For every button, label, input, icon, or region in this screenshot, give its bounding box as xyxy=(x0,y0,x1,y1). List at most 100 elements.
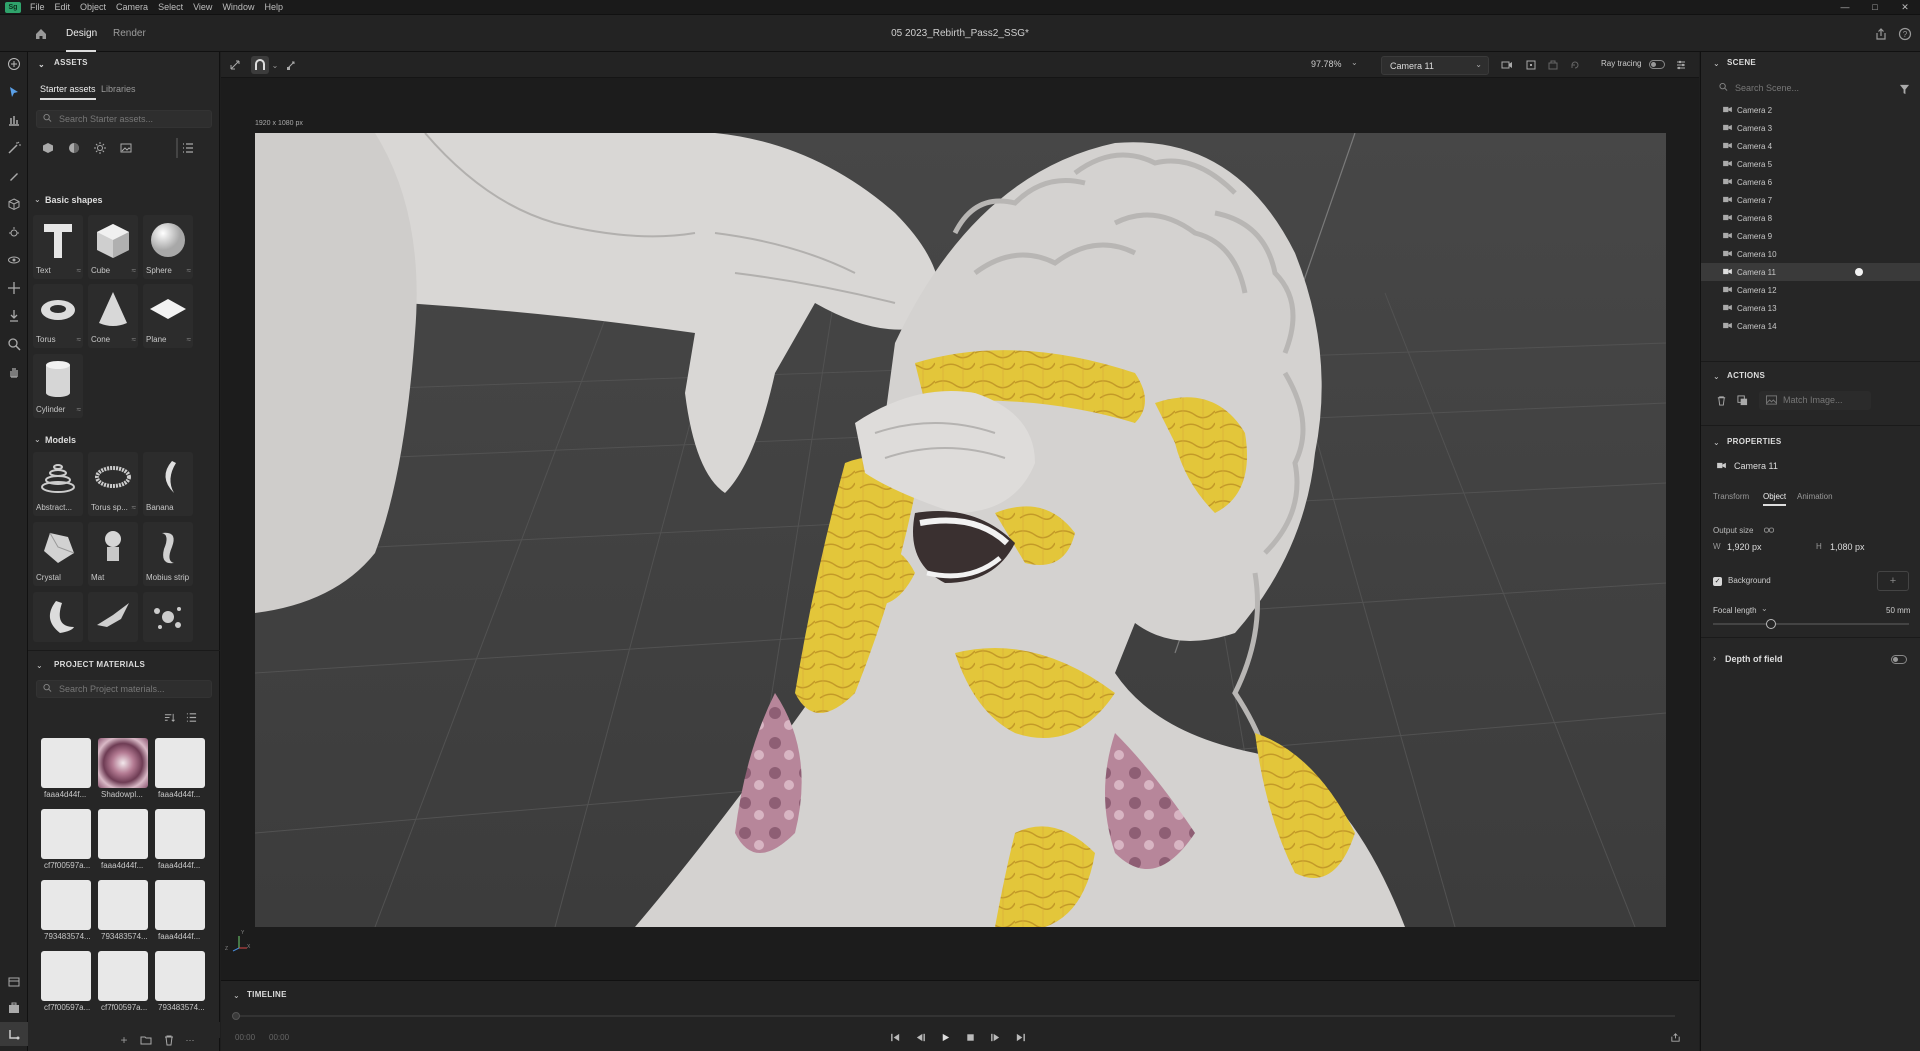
options-icon[interactable]: ≈ xyxy=(77,405,81,414)
scene-item-camera-7[interactable]: Camera 7 xyxy=(1701,191,1920,209)
tab-animation[interactable]: Animation xyxy=(1797,492,1833,501)
asset-tile-cube[interactable]: Cube ≈ xyxy=(88,215,138,279)
material-swatch[interactable]: faaa4d44f... xyxy=(155,880,205,942)
workflow-icon[interactable] xyxy=(0,1022,28,1046)
folder-icon[interactable] xyxy=(138,1032,154,1048)
scene-item-camera-2[interactable]: Camera 2 xyxy=(1701,101,1920,119)
focal-length-slider-handle[interactable] xyxy=(1766,619,1776,629)
options-icon[interactable]: ≈ xyxy=(132,335,136,344)
3d-viewport[interactable] xyxy=(255,133,1666,927)
options-icon[interactable]: ≈ xyxy=(77,266,81,275)
assets-search-input[interactable]: Search Starter assets... xyxy=(36,110,212,128)
images-filter-icon[interactable] xyxy=(118,140,134,156)
chevron-down-icon[interactable]: ⌄ xyxy=(1761,604,1768,613)
scene-item-camera-6[interactable]: Camera 6 xyxy=(1701,173,1920,191)
options-icon[interactable]: ≈ xyxy=(132,503,136,512)
asset-tile-cone[interactable]: Cone ≈ xyxy=(88,284,138,348)
background-color-swatch[interactable]: + xyxy=(1877,571,1909,591)
scene-item-camera-11[interactable]: Camera 11 xyxy=(1701,263,1920,281)
chevron-down-icon[interactable]: ⌄ xyxy=(34,195,41,204)
camera-bookmark-icon[interactable] xyxy=(1545,57,1561,73)
material-swatch[interactable]: faaa4d44f... xyxy=(155,809,205,871)
drop-tool-icon[interactable] xyxy=(0,304,28,328)
minimize-icon[interactable]: — xyxy=(1830,0,1860,15)
menu-file[interactable]: File xyxy=(30,2,45,12)
options-icon[interactable]: ≈ xyxy=(132,266,136,275)
width-input[interactable]: 1,920 px xyxy=(1727,542,1762,552)
scene-item-camera-14[interactable]: Camera 14 xyxy=(1701,317,1920,335)
skip-end-icon[interactable] xyxy=(1012,1029,1028,1045)
chevron-down-icon[interactable]: ⌄ xyxy=(269,57,281,73)
export-icon[interactable] xyxy=(1667,1029,1683,1045)
material-swatch[interactable]: faaa4d44f... xyxy=(98,809,148,871)
scene-search-input[interactable]: Search Scene... xyxy=(1713,80,1888,96)
options-icon[interactable]: ≈ xyxy=(77,335,81,344)
asset-tile-torus[interactable]: Torus ≈ xyxy=(33,284,83,348)
cube-tool-icon[interactable] xyxy=(0,192,28,216)
stop-icon[interactable] xyxy=(962,1029,978,1045)
options-icon[interactable]: ≈ xyxy=(187,266,191,275)
light-tool-icon[interactable] xyxy=(0,220,28,244)
link-icon[interactable] xyxy=(1763,525,1775,535)
hand-tool-icon[interactable] xyxy=(0,360,28,384)
scene-item-camera-12[interactable]: Camera 12 xyxy=(1701,281,1920,299)
step-forward-icon[interactable] xyxy=(987,1029,1003,1045)
delete-icon[interactable] xyxy=(1713,392,1729,408)
timeline-track[interactable] xyxy=(235,1015,1675,1017)
magic-wand-icon[interactable] xyxy=(0,136,28,160)
tab-starter-assets[interactable]: Starter assets xyxy=(40,84,96,100)
help-icon[interactable]: ? xyxy=(1896,25,1914,43)
play-icon[interactable] xyxy=(937,1029,953,1045)
menu-view[interactable]: View xyxy=(193,2,212,12)
material-swatch[interactable]: cf7f00597a... xyxy=(41,809,91,871)
scrollbar[interactable] xyxy=(176,138,178,158)
menu-camera[interactable]: Camera xyxy=(116,2,148,12)
asset-tile-text[interactable]: Text ≈ xyxy=(33,215,83,279)
render-settings-icon[interactable] xyxy=(1673,57,1689,73)
materials-filter-icon[interactable] xyxy=(66,140,82,156)
scene-item-camera-8[interactable]: Camera 8 xyxy=(1701,209,1920,227)
tab-object[interactable]: Object xyxy=(1763,492,1787,506)
chevron-down-icon[interactable]: ⌄ xyxy=(1713,372,1720,381)
material-swatch[interactable]: 793483574... xyxy=(155,951,205,1013)
background-checkbox[interactable]: ✓ xyxy=(1713,577,1722,586)
active-camera-indicator[interactable] xyxy=(1855,268,1863,276)
material-swatch[interactable]: cf7f00597a... xyxy=(41,951,91,1013)
snap-settings-icon[interactable] xyxy=(283,57,299,73)
asset-tile-crystal[interactable]: Crystal xyxy=(33,522,83,586)
sort-icon[interactable] xyxy=(162,710,176,724)
chevron-down-icon[interactable]: ⌄ xyxy=(34,435,41,444)
focal-length-value[interactable]: 50 mm xyxy=(1886,606,1910,615)
chevron-down-icon[interactable]: ⌄ xyxy=(1713,59,1720,68)
camera-reset-icon[interactable] xyxy=(1567,57,1583,73)
align-tool-icon[interactable] xyxy=(0,108,28,132)
material-swatch[interactable]: 793483574... xyxy=(98,880,148,942)
select-tool-icon[interactable] xyxy=(0,80,28,104)
asset-tile-banana[interactable]: Banana xyxy=(143,452,193,516)
chevron-right-icon[interactable]: › xyxy=(1713,653,1716,663)
close-icon[interactable]: ✕ xyxy=(1890,0,1920,15)
asset-tile-model[interactable] xyxy=(88,592,138,642)
home-icon[interactable] xyxy=(32,25,50,43)
asset-tile-torus-spring[interactable]: Torus sp... ≈ xyxy=(88,452,138,516)
chevron-down-icon[interactable]: ⌄ xyxy=(233,991,240,1000)
chevron-down-icon[interactable]: ⌄ xyxy=(36,661,43,670)
menu-help[interactable]: Help xyxy=(264,2,283,12)
asset-tile-model[interactable] xyxy=(33,592,83,642)
list-view-icon[interactable] xyxy=(184,710,198,724)
focal-length-slider[interactable] xyxy=(1713,623,1909,625)
magnet-icon[interactable] xyxy=(251,56,269,74)
maximize-icon[interactable]: □ xyxy=(1860,0,1890,15)
orbit-tool-icon[interactable] xyxy=(0,248,28,272)
brush-tool-icon[interactable] xyxy=(0,164,28,188)
lights-filter-icon[interactable] xyxy=(92,140,108,156)
skip-start-icon[interactable] xyxy=(887,1029,903,1045)
step-back-icon[interactable] xyxy=(912,1029,928,1045)
scene-item-camera-4[interactable]: Camera 4 xyxy=(1701,137,1920,155)
match-image-button[interactable]: Match Image... xyxy=(1759,391,1871,410)
asset-tile-cylinder[interactable]: Cylinder ≈ xyxy=(33,354,83,418)
camera-view-icon[interactable] xyxy=(1499,57,1515,73)
asset-tile-plane[interactable]: Plane ≈ xyxy=(143,284,193,348)
scene-item-camera-13[interactable]: Camera 13 xyxy=(1701,299,1920,317)
scene-item-camera-3[interactable]: Camera 3 xyxy=(1701,119,1920,137)
